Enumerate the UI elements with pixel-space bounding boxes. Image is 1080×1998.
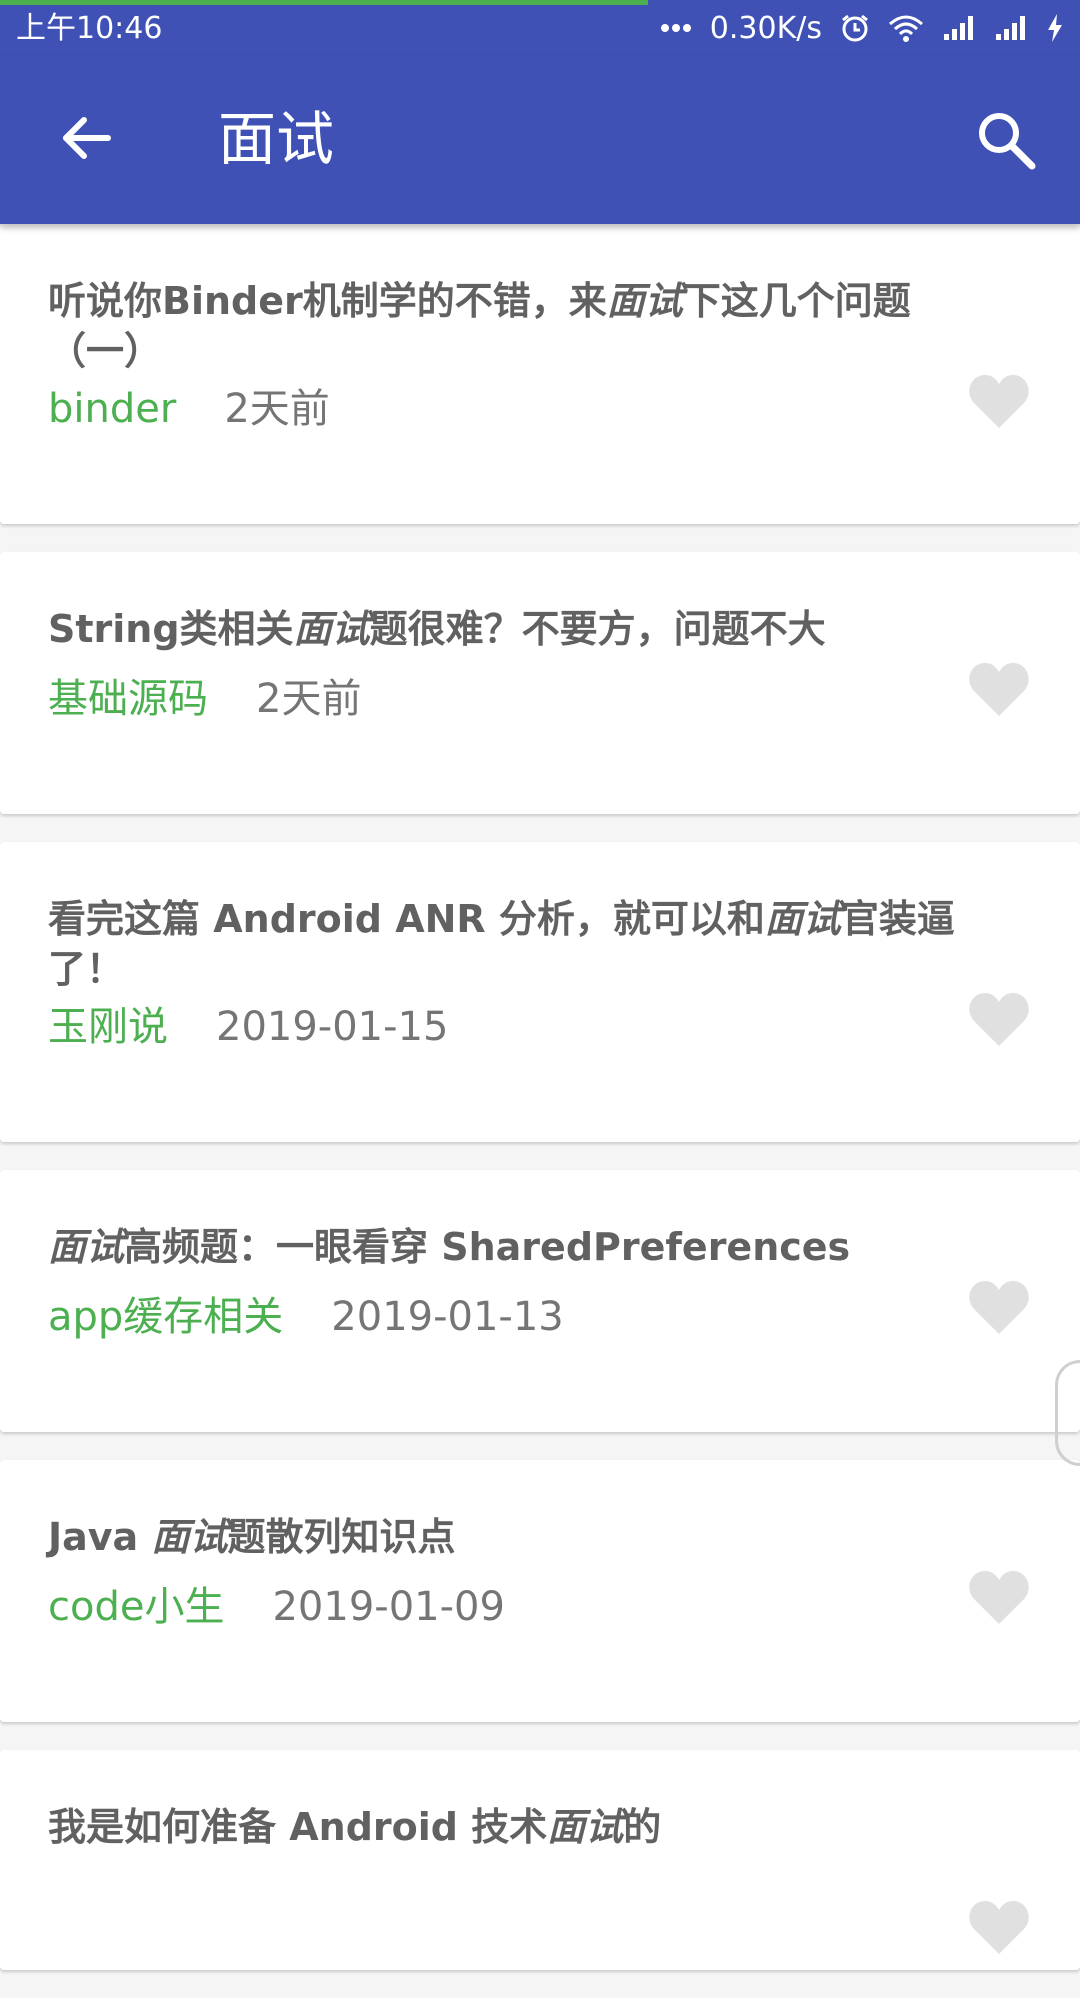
page-title: 面试: [218, 105, 335, 173]
title-highlight: 面试: [764, 897, 841, 941]
heart-icon[interactable]: [968, 660, 1030, 718]
status-icons: 0.30K/s: [660, 8, 1064, 48]
wifi-icon: [888, 14, 924, 42]
heart-icon[interactable]: [968, 1278, 1030, 1336]
article-tag[interactable]: app缓存相关: [48, 1292, 283, 1342]
article-title: 面试高频题：一眼看穿 SharedPreferences: [48, 1222, 978, 1272]
status-time: 上午10:46: [16, 11, 163, 46]
heart-icon[interactable]: [968, 990, 1030, 1048]
article-card[interactable]: Java 面试题散列知识点 code小生 2019-01-09: [0, 1460, 1080, 1722]
heart-icon[interactable]: [968, 1568, 1030, 1626]
fast-scroll-handle[interactable]: [1055, 1360, 1080, 1466]
title-text: String类相关: [48, 607, 294, 651]
heart-icon[interactable]: [968, 1898, 1030, 1956]
article-date: 2天前: [256, 676, 362, 722]
article-card[interactable]: 面试高频题：一眼看穿 SharedPreferences app缓存相关 2019-…: [0, 1170, 1080, 1432]
title-text: 听说你Binder机制学的不错，来: [48, 279, 607, 323]
article-list[interactable]: 听说你Binder机制学的不错，来面试下这几个问题（一） binder 2天前 Str…: [0, 224, 1080, 1998]
title-text: 题散列知识点: [227, 1515, 456, 1559]
title-highlight: 面试: [48, 1225, 125, 1269]
article-meta: 基础源码 2天前: [48, 674, 361, 724]
signal-icon: [942, 14, 976, 42]
article-meta: 玉刚说 2019-01-15: [48, 1002, 448, 1052]
page-load-progress: [0, 0, 648, 5]
article-date: 2019-01-15: [216, 1004, 449, 1050]
title-highlight: 面试: [151, 1515, 228, 1559]
article-meta: binder 2天前: [48, 384, 330, 434]
heart-icon[interactable]: [968, 372, 1030, 430]
title-text: 题很难？不要方，问题不大: [369, 607, 826, 651]
article-title: String类相关面试题很难？不要方，问题不大: [48, 604, 978, 654]
article-title: Java 面试题散列知识点: [48, 1512, 978, 1562]
title-text: 高频题：一眼看穿 SharedPreferences: [124, 1225, 851, 1269]
article-tag[interactable]: 玉刚说: [48, 1002, 168, 1052]
title-text: 的: [623, 1805, 662, 1849]
article-title: 看完这篇 Android ANR 分析，就可以和面试官装逼了！: [48, 894, 978, 994]
app-bar: 面试: [0, 56, 1080, 224]
article-title: 听说你Binder机制学的不错，来面试下这几个问题（一）: [48, 276, 978, 376]
arrow-back-icon[interactable]: [56, 108, 116, 168]
title-highlight: 面试: [606, 279, 683, 323]
article-meta: app缓存相关 2019-01-13: [48, 1292, 564, 1342]
article-tag[interactable]: binder: [48, 384, 176, 434]
article-card[interactable]: 看完这篇 Android ANR 分析，就可以和面试官装逼了！ 玉刚说 2019-0…: [0, 842, 1080, 1142]
article-date: 2天前: [224, 386, 330, 432]
article-card[interactable]: String类相关面试题很难？不要方，问题不大 基础源码 2天前: [0, 552, 1080, 814]
alarm-icon: [840, 13, 870, 43]
signal-icon: [994, 14, 1028, 42]
charging-icon: [1046, 13, 1064, 43]
article-date: 2019-01-13: [331, 1294, 564, 1340]
network-speed: 0.30K/s: [709, 10, 822, 46]
article-card[interactable]: 听说你Binder机制学的不错，来面试下这几个问题（一） binder 2天前: [0, 224, 1080, 524]
article-card[interactable]: 我是如何准备 Android 技术面试的: [0, 1750, 1080, 1970]
search-icon[interactable]: [974, 108, 1038, 172]
article-date: 2019-01-09: [272, 1584, 505, 1630]
article-tag[interactable]: code小生: [48, 1582, 224, 1632]
title-text: Java: [48, 1515, 152, 1559]
title-highlight: 面试: [293, 607, 370, 651]
title-highlight: 面试: [547, 1805, 624, 1849]
article-title: 我是如何准备 Android 技术面试的: [48, 1802, 978, 1852]
article-meta: code小生 2019-01-09: [48, 1582, 505, 1632]
title-text: 看完这篇 Android ANR 分析，就可以和: [48, 897, 765, 941]
more-dots-icon: [660, 23, 692, 33]
article-tag[interactable]: 基础源码: [48, 674, 208, 724]
title-text: 我是如何准备 Android 技术: [48, 1805, 548, 1849]
status-bar: 上午10:46 0.30K/s: [0, 0, 1080, 56]
